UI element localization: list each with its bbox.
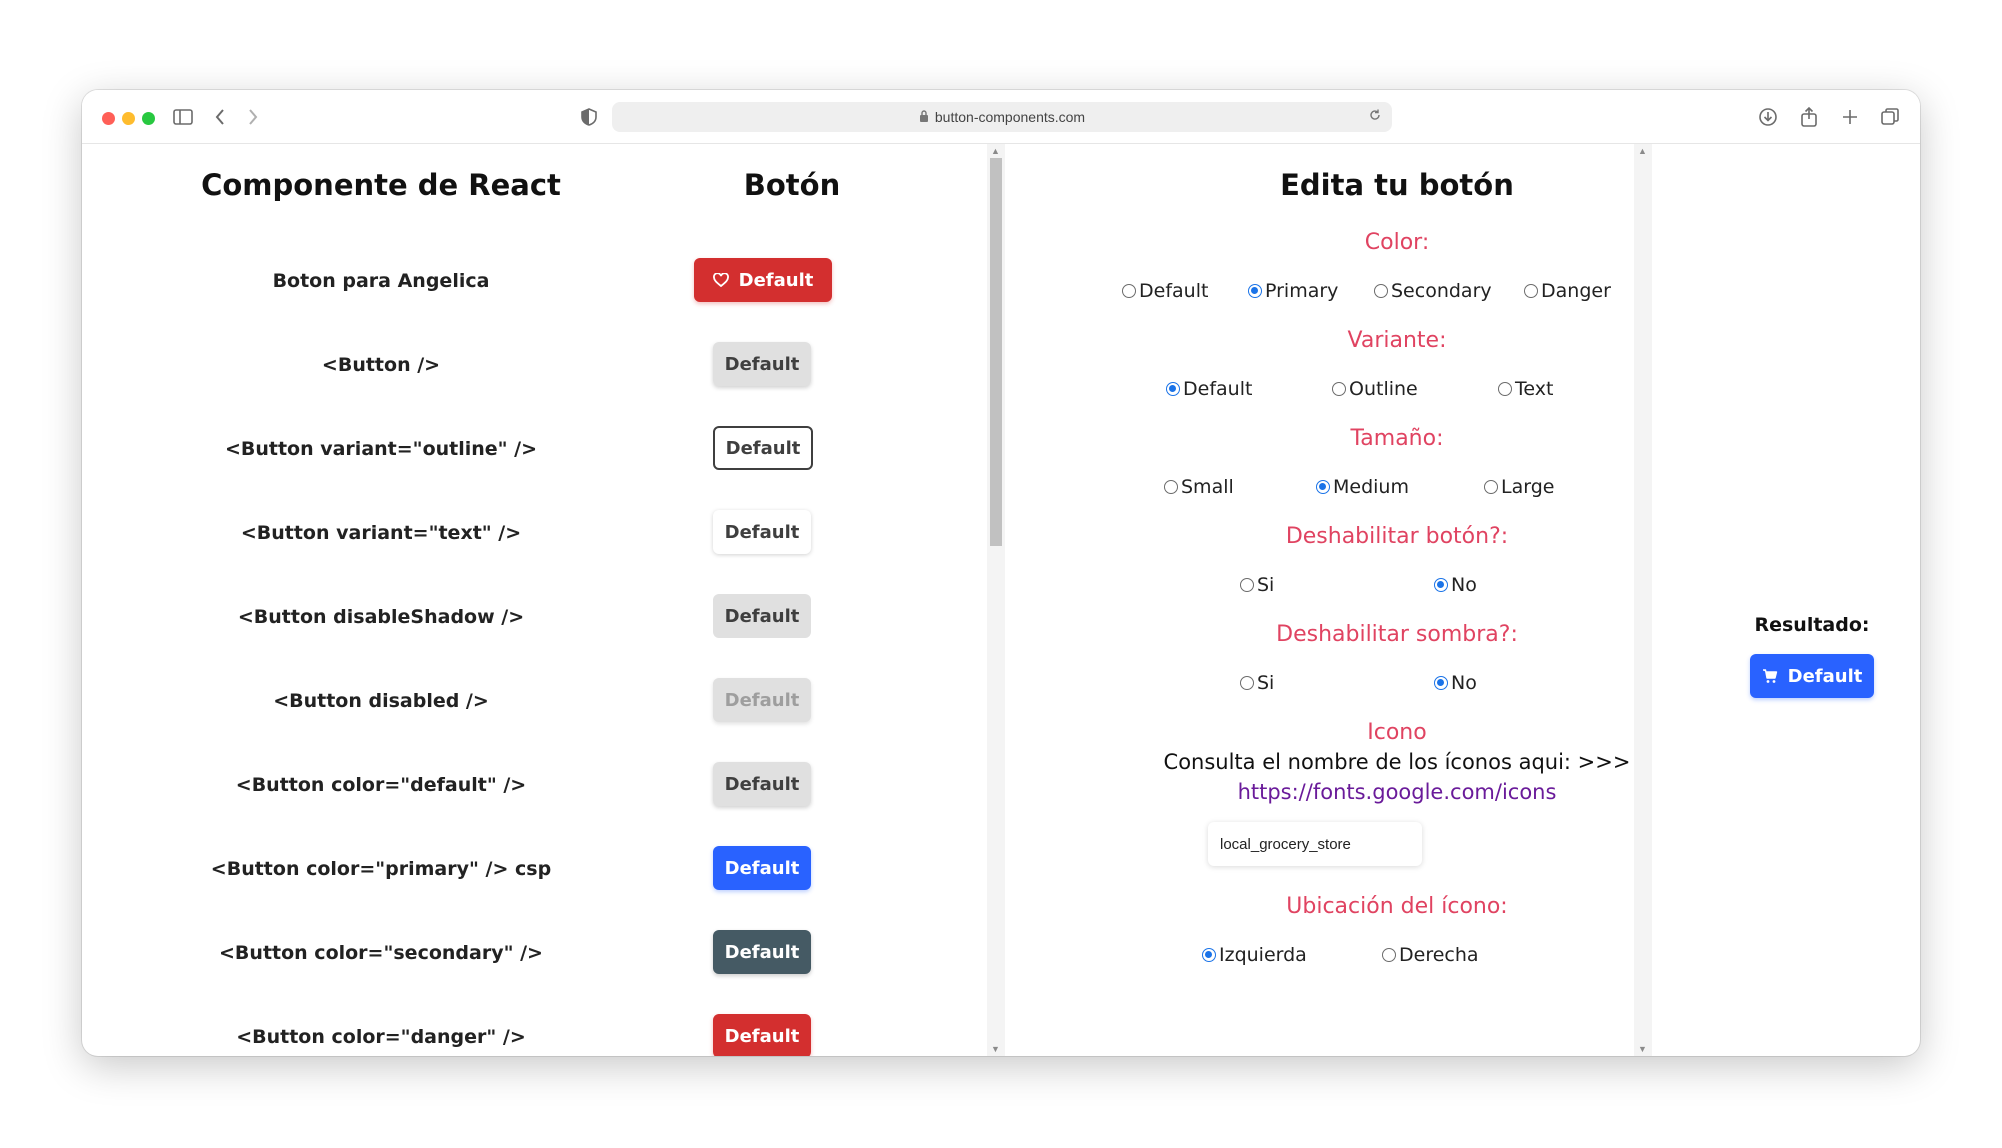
tab-overview-icon[interactable]: [1877, 104, 1903, 130]
row-label-text: <Button variant="text" />: [240, 522, 522, 544]
disable-shadow-radio-no[interactable]: No: [1434, 672, 1477, 694]
row-label-button: <Button />: [321, 354, 441, 376]
size-radio-small[interactable]: Small: [1164, 476, 1234, 498]
back-icon[interactable]: [207, 104, 233, 130]
disabled-button: Default: [713, 678, 811, 722]
color-radio-secondary[interactable]: Secondary: [1374, 280, 1492, 302]
icon-position-section-title: Ubicación del ícono:: [1286, 894, 1508, 919]
browser-toolbar: button-components.com: [82, 90, 1920, 144]
component-column-heading: Componente de React: [201, 168, 561, 202]
browser-window: button-components.com Componente de Reac…: [82, 90, 1920, 1056]
close-window-button[interactable]: [102, 112, 115, 125]
icon-name-input[interactable]: [1208, 822, 1422, 866]
variant-radio-outline[interactable]: Outline: [1332, 378, 1418, 400]
row-label-color-default: <Button color="default" />: [235, 774, 527, 796]
disable-button-radio-si[interactable]: Si: [1240, 574, 1274, 596]
size-section-title: Tamaño:: [1350, 426, 1444, 451]
result-label: Resultado:: [1754, 614, 1870, 636]
heart-icon: [712, 273, 729, 287]
left-scrollbar-thumb[interactable]: [990, 158, 1002, 546]
variant-radio-default[interactable]: Default: [1166, 378, 1252, 400]
reload-icon[interactable]: [1368, 108, 1382, 125]
size-radio-medium[interactable]: Medium: [1316, 476, 1409, 498]
new-tab-icon[interactable]: [1837, 104, 1863, 130]
angelica-button[interactable]: Default: [694, 258, 832, 302]
editor-scrollbar[interactable]: ▲ ▼: [1634, 144, 1652, 1056]
icon-position-radio-right[interactable]: Derecha: [1382, 944, 1479, 966]
zoom-window-button[interactable]: [142, 112, 155, 125]
components-list-pane: Componente de React Botón Boton para Ang…: [82, 144, 982, 1056]
disable-button-section-title: Deshabilitar botón?:: [1285, 524, 1509, 549]
privacy-shield-icon[interactable]: [576, 104, 602, 130]
share-icon[interactable]: [1796, 104, 1822, 130]
size-radio-large[interactable]: Large: [1484, 476, 1554, 498]
lock-icon: [919, 109, 929, 125]
forward-icon[interactable]: [240, 104, 266, 130]
icon-help-text: Consulta el nombre de los íconos aqui: >…: [1163, 750, 1631, 774]
default-button[interactable]: Default: [713, 342, 811, 386]
row-label-angelica: Boton para Angelica: [272, 270, 490, 292]
address-bar[interactable]: button-components.com: [612, 102, 1392, 132]
text-variant-button[interactable]: Default: [713, 510, 811, 554]
color-radio-danger[interactable]: Danger: [1524, 280, 1611, 302]
danger-button[interactable]: Default: [713, 1014, 811, 1056]
primary-button[interactable]: Default: [713, 846, 811, 890]
no-shadow-button[interactable]: Default: [713, 594, 811, 638]
row-label-color-danger: <Button color="danger" />: [236, 1026, 526, 1048]
color-default-button[interactable]: Default: [713, 762, 811, 806]
row-label-color-primary: <Button color="primary" /> csp: [210, 858, 552, 880]
left-scrollbar[interactable]: ▲ ▼: [987, 144, 1005, 1056]
disable-shadow-section-title: Deshabilitar sombra?:: [1276, 622, 1518, 647]
icons-link[interactable]: https://fonts.google.com/icons: [1102, 780, 1692, 804]
color-radio-default[interactable]: Default: [1122, 280, 1208, 302]
grocery-cart-icon: [1762, 668, 1778, 684]
download-icon[interactable]: [1755, 104, 1781, 130]
variant-section-title: Variante:: [1347, 328, 1447, 353]
result-button[interactable]: Default: [1750, 654, 1874, 698]
row-label-color-secondary: <Button color="secondary" />: [219, 942, 543, 964]
secondary-button[interactable]: Default: [713, 930, 811, 974]
button-column-heading: Botón: [743, 168, 841, 202]
page-content: Componente de React Botón Boton para Ang…: [82, 144, 1920, 1056]
color-section-title: Color:: [1364, 230, 1430, 255]
variant-radio-text[interactable]: Text: [1498, 378, 1553, 400]
url-text: button-components.com: [934, 109, 1086, 125]
editor-heading: Edita tu botón: [1280, 168, 1514, 202]
icon-position-radio-left[interactable]: Izquierda: [1202, 944, 1307, 966]
disable-shadow-radio-si[interactable]: Si: [1240, 672, 1274, 694]
disable-button-radio-no[interactable]: No: [1434, 574, 1477, 596]
color-radio-primary[interactable]: Primary: [1248, 280, 1338, 302]
row-label-outline: <Button variant="outline" />: [224, 438, 538, 460]
minimize-window-button[interactable]: [122, 112, 135, 125]
outline-button[interactable]: Default: [713, 426, 813, 470]
row-label-disable-shadow: <Button disableShadow />: [237, 606, 525, 628]
sidebar-icon[interactable]: [170, 104, 196, 130]
row-label-disabled: <Button disabled />: [273, 690, 489, 712]
icon-section-title: Icono: [1367, 720, 1427, 745]
